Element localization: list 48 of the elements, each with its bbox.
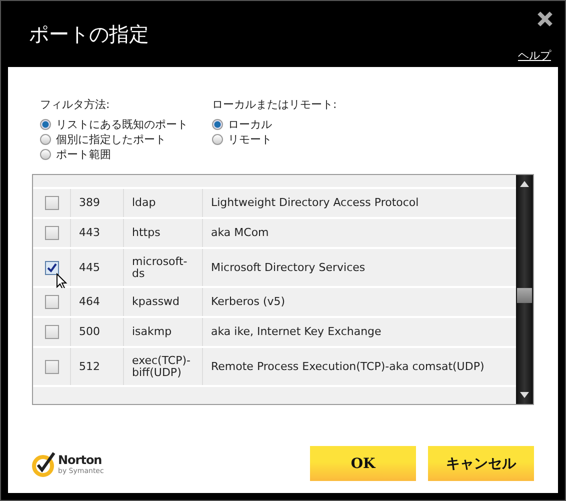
checkbox[interactable]	[44, 360, 58, 374]
radio-button[interactable]	[212, 134, 223, 145]
close-icon[interactable]	[537, 11, 553, 27]
radio-button[interactable]	[40, 149, 51, 160]
description-cell: Microsoft Directory Services	[211, 262, 366, 274]
description-cell: aka MCom	[211, 227, 269, 239]
port-cell: 464	[79, 296, 100, 308]
radio-button[interactable]	[40, 119, 51, 130]
radio-button[interactable]	[212, 119, 223, 130]
checkbox[interactable]	[44, 295, 58, 309]
radio-label[interactable]: ローカル	[228, 117, 272, 132]
description-cell: Lightweight Directory Access Protocol	[211, 197, 419, 209]
description-cell: Kerberos (v5)	[211, 296, 286, 308]
checkbox[interactable]	[44, 325, 58, 339]
ok-button[interactable]: OK	[310, 446, 416, 481]
name-cell-text: microsoft-ds	[132, 256, 188, 280]
name-cell-text: kpasswd	[132, 296, 181, 308]
scroll-up-icon[interactable]	[520, 181, 529, 187]
window-title: ポートの指定	[29, 20, 149, 48]
help-link[interactable]: ヘルプ	[518, 48, 551, 63]
radio-label[interactable]: リモート	[228, 132, 272, 147]
radio-label[interactable]: ポート範囲	[56, 147, 111, 162]
port-cell: 389	[79, 197, 100, 209]
description-cell: aka ike, Internet Key Exchange	[211, 326, 382, 338]
mouse-cursor-icon	[56, 273, 68, 291]
port-cell: 443	[79, 227, 100, 239]
name-cell-text: isakmp	[132, 326, 173, 338]
description-cell: Remote Process Execution(TCP)-aka comsat(UDP)	[211, 360, 484, 372]
group-label: フィルタ方法:	[40, 97, 111, 112]
name-cell-text: https	[132, 227, 162, 239]
port-cell: 445	[79, 262, 100, 274]
radio-button[interactable]	[40, 134, 51, 145]
checkbox[interactable]	[44, 226, 58, 240]
name-cell: exec(TCP)-biff(UDP)	[132, 354, 192, 378]
group-label: ローカルまたはリモート:	[212, 97, 337, 112]
name-cell-text: ldap	[132, 197, 157, 209]
checkbox[interactable]	[44, 196, 58, 210]
port-cell: 500	[79, 326, 100, 338]
port-cell: 512	[79, 360, 100, 372]
cancel-button[interactable]: キャンセル	[428, 446, 534, 481]
scrollbar[interactable]	[516, 175, 533, 404]
checkbox[interactable]	[44, 260, 58, 274]
scroll-down-icon[interactable]	[520, 392, 529, 398]
scroll-thumb[interactable]	[517, 288, 532, 303]
checkmark-logo-icon	[32, 450, 56, 476]
radio-label[interactable]: 個別に指定したポート	[56, 132, 166, 147]
radio-label[interactable]: リストにある既知のポート	[56, 117, 188, 132]
brand-name: Norton	[58, 452, 103, 466]
